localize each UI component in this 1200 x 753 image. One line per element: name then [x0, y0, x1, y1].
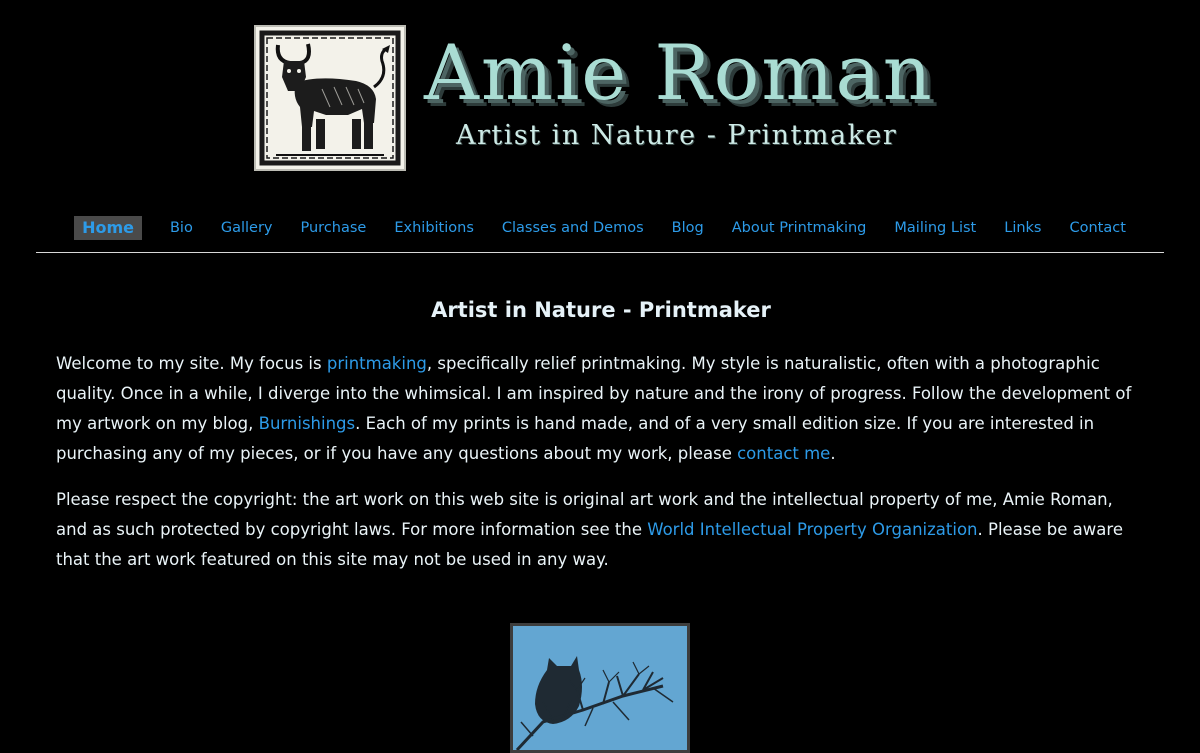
- nav-item-classes-and-demos[interactable]: Classes and Demos: [502, 216, 644, 240]
- nav-item-purchase[interactable]: Purchase: [301, 216, 367, 240]
- bull-woodcut-logo[interactable]: [254, 25, 406, 171]
- nav-item-mailing-list[interactable]: Mailing List: [894, 216, 976, 240]
- main-content: Artist in Nature - Printmaker Welcome to…: [56, 293, 1146, 575]
- site-header: Amie Roman Artist in Nature - Printmaker: [0, 0, 1200, 200]
- nav-item-home[interactable]: Home: [74, 216, 142, 240]
- nav-item-gallery[interactable]: Gallery: [221, 216, 273, 240]
- wipo-link[interactable]: World Intellectual Property Organization: [647, 520, 977, 539]
- intro-text-4: .: [830, 444, 836, 463]
- nav-item-links[interactable]: Links: [1004, 216, 1041, 240]
- featured-owl-print[interactable]: [510, 623, 690, 753]
- site-title[interactable]: Amie Roman: [424, 28, 934, 118]
- nav-item-about-printmaking[interactable]: About Printmaking: [732, 216, 867, 240]
- page-heading: Artist in Nature - Printmaker: [431, 298, 771, 322]
- nav-divider: [36, 252, 1164, 253]
- nav-item-bio[interactable]: Bio: [170, 216, 193, 240]
- printmaking-link[interactable]: printmaking: [327, 354, 427, 373]
- bull-icon: [259, 30, 401, 166]
- copyright-paragraph: Please respect the copyright: the art wo…: [56, 485, 1146, 575]
- intro-paragraph: Welcome to my site. My focus is printmak…: [56, 349, 1146, 469]
- main-nav: Home Bio Gallery Purchase Exhibitions Cl…: [0, 214, 1200, 242]
- nav-item-contact[interactable]: Contact: [1069, 216, 1125, 240]
- nav-item-blog[interactable]: Blog: [672, 216, 704, 240]
- owl-on-branch-icon: [515, 656, 674, 750]
- site-tagline: Artist in Nature - Printmaker: [456, 120, 898, 151]
- burnishings-blog-link[interactable]: Burnishings: [259, 414, 355, 433]
- nav-item-exhibitions[interactable]: Exhibitions: [394, 216, 474, 240]
- contact-me-link[interactable]: contact me: [737, 444, 830, 463]
- intro-text-1: Welcome to my site. My focus is: [56, 354, 327, 373]
